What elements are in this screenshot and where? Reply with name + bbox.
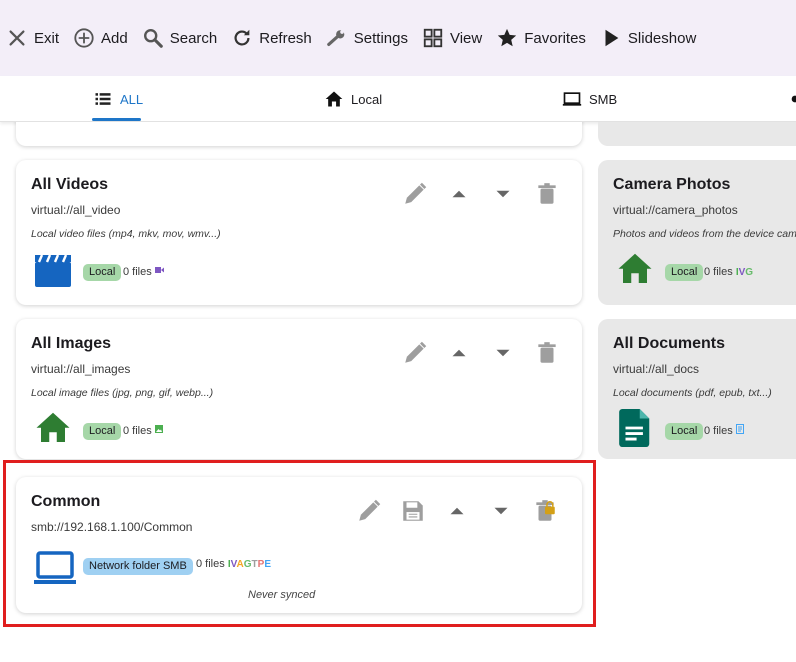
add-circle-icon	[74, 28, 94, 48]
card-actions	[393, 180, 569, 208]
tab-smb[interactable]: SMB	[562, 76, 617, 122]
view-button[interactable]: View	[422, 18, 482, 58]
home-icon	[618, 253, 652, 283]
tab-all[interactable]: ALL	[93, 76, 143, 122]
video-type-icon	[154, 267, 164, 273]
card-camera-photos[interactable]: Camera Photos virtual://camera_photos Ph…	[598, 160, 796, 305]
home-icon	[36, 412, 70, 442]
search-label: Search	[169, 29, 218, 47]
file-type-g: G	[745, 267, 754, 278]
card-all-documents[interactable]: All Documents virtual://all_docs Local d…	[598, 319, 796, 459]
card-title: All Videos	[31, 176, 109, 193]
delete-button[interactable]	[525, 339, 569, 367]
exit-label: Exit	[34, 29, 60, 47]
trash-icon	[538, 183, 556, 204]
triangle-up-icon	[452, 190, 466, 198]
wrench-icon	[326, 30, 345, 46]
card-path: virtual://all_docs	[613, 362, 700, 376]
move-down-button[interactable]	[481, 339, 525, 367]
source-badge: Local	[83, 264, 122, 281]
grid-view-icon	[423, 28, 443, 48]
move-up-button[interactable]	[437, 339, 481, 367]
selection-highlight	[3, 460, 596, 627]
source-badge: Local	[665, 423, 704, 440]
clapperboard-icon	[35, 254, 71, 287]
card-path: virtual://all_video	[31, 203, 121, 217]
source-badge: Local	[83, 423, 122, 440]
search-icon	[143, 29, 163, 48]
home-icon	[325, 91, 343, 107]
favorites-button[interactable]: Favorites	[496, 18, 586, 58]
star-icon	[498, 28, 517, 47]
card-path: virtual://all_images	[31, 362, 131, 376]
card-title: All Images	[31, 335, 112, 352]
view-label: View	[449, 29, 483, 47]
card-description: Local video files (mp4, mkv, mov, wmv...…	[31, 228, 221, 240]
file-count: 0 files	[123, 423, 163, 440]
file-count: 0 files	[704, 423, 744, 440]
trash-icon	[538, 342, 556, 363]
card-title: Camera Photos	[613, 176, 731, 193]
file-count-text: 0 files	[123, 425, 152, 437]
source-badge: Local	[665, 264, 704, 281]
card-partial-top-left[interactable]	[16, 122, 582, 146]
slideshow-button[interactable]: Slideshow	[600, 18, 696, 58]
triangle-down-icon	[496, 190, 510, 198]
file-count: 0 files	[123, 264, 164, 281]
move-up-button[interactable]	[437, 180, 481, 208]
card-title: All Documents	[613, 335, 726, 352]
card-path: virtual://camera_photos	[613, 203, 738, 217]
exit-button[interactable]: Exit	[6, 18, 59, 58]
settings-label: Settings	[353, 29, 408, 47]
folder-list: All Videos virtual://all_video Local vid…	[0, 122, 796, 662]
file-count-text: 0 files	[123, 266, 152, 278]
card-all-images[interactable]: All Images virtual://all_images Local im…	[16, 319, 582, 459]
triangle-up-icon	[452, 349, 466, 357]
edit-button[interactable]	[393, 339, 437, 367]
list-icon	[95, 93, 111, 105]
move-down-button[interactable]	[481, 180, 525, 208]
refresh-label: Refresh	[259, 29, 312, 47]
card-partial-top-right[interactable]	[598, 122, 796, 146]
pencil-icon	[405, 341, 427, 363]
pencil-icon	[405, 182, 427, 204]
laptop-icon	[562, 92, 582, 106]
refresh-button[interactable]: Refresh	[231, 18, 312, 58]
file-count: 0 files IVG	[704, 264, 753, 281]
edit-button[interactable]	[393, 180, 437, 208]
card-description: Photos and videos from the device camera	[613, 228, 796, 240]
tab-local[interactable]: Local	[324, 76, 382, 122]
card-actions	[393, 339, 569, 367]
settings-button[interactable]: Settings	[326, 18, 408, 58]
file-count-text: 0 files	[704, 266, 733, 278]
refresh-icon	[234, 29, 250, 46]
active-tab-indicator	[92, 118, 141, 121]
tab-overflow[interactable]	[790, 76, 796, 122]
image-type-icon	[154, 425, 163, 433]
tab-local-label: Local	[351, 91, 383, 107]
card-description: Local image files (jpg, png, gif, webp..…	[31, 387, 214, 399]
card-description: Local documents (pdf, epub, txt...)	[613, 387, 772, 399]
search-button[interactable]: Search	[142, 18, 218, 58]
tab-smb-label: SMB	[589, 91, 618, 107]
play-icon	[605, 29, 619, 47]
document-type-icon	[735, 424, 744, 434]
partial-icon	[791, 95, 796, 103]
document-icon	[619, 409, 650, 447]
close-icon	[9, 30, 25, 46]
card-all-videos[interactable]: All Videos virtual://all_video Local vid…	[16, 160, 582, 305]
delete-button[interactable]	[525, 180, 569, 208]
add-button[interactable]: Add	[73, 18, 128, 58]
file-count-text: 0 files	[704, 425, 733, 437]
add-label: Add	[101, 29, 128, 47]
favorites-label: Favorites	[524, 29, 586, 47]
slideshow-label: Slideshow	[627, 29, 697, 47]
tab-all-label: ALL	[120, 91, 144, 107]
triangle-down-icon	[496, 349, 510, 357]
top-toolbar: Exit Add Search Refresh Settings View Fa…	[0, 0, 796, 76]
tab-bar: ALL Local SMB	[0, 76, 796, 122]
